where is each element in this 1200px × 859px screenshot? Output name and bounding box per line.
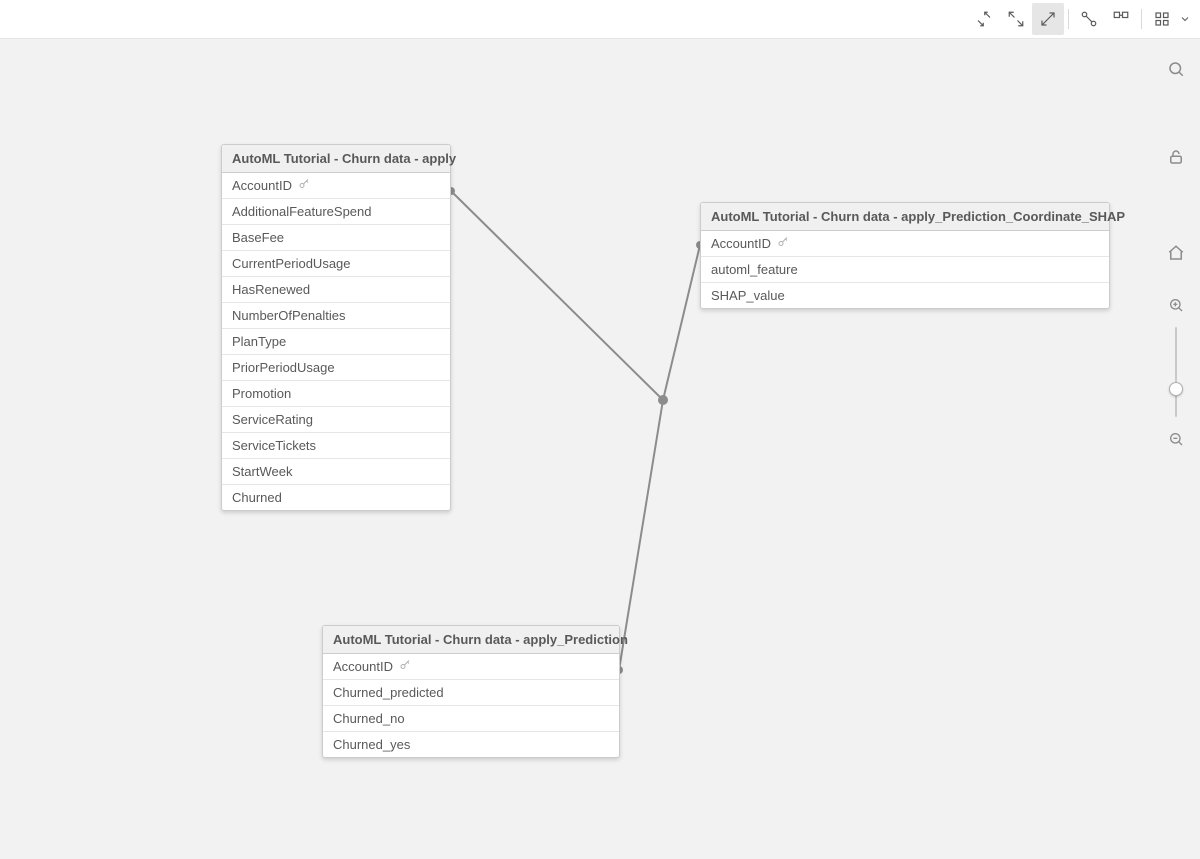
- field-name: Promotion: [232, 386, 291, 401]
- field-name: PlanType: [232, 334, 286, 349]
- field-name: AccountID: [232, 178, 292, 193]
- field-name: CurrentPeriodUsage: [232, 256, 351, 271]
- table-header[interactable]: AutoML Tutorial - Churn data - apply_Pre…: [323, 626, 619, 654]
- field-name: PriorPeriodUsage: [232, 360, 335, 375]
- field-name: StartWeek: [232, 464, 292, 479]
- field-row[interactable]: PlanType: [222, 329, 450, 355]
- zoom-out-icon[interactable]: [1162, 425, 1190, 453]
- field-name: HasRenewed: [232, 282, 310, 297]
- field-name: AccountID: [711, 236, 771, 251]
- unlock-icon[interactable]: [1162, 143, 1190, 171]
- table-prediction[interactable]: AutoML Tutorial - Churn data - apply_Pre…: [322, 625, 620, 758]
- key-icon: [777, 236, 789, 251]
- fit-icon[interactable]: [1000, 3, 1032, 35]
- field-row[interactable]: HasRenewed: [222, 277, 450, 303]
- right-rail: [1152, 39, 1200, 859]
- layout-connected-icon[interactable]: [1073, 3, 1105, 35]
- table-header[interactable]: AutoML Tutorial - Churn data - apply: [222, 145, 450, 173]
- field-row[interactable]: AccountID: [323, 654, 619, 680]
- field-name: automl_feature: [711, 262, 798, 277]
- table-header[interactable]: AutoML Tutorial - Churn data - apply_Pre…: [701, 203, 1109, 231]
- field-row[interactable]: StartWeek: [222, 459, 450, 485]
- field-row[interactable]: AdditionalFeatureSpend: [222, 199, 450, 225]
- key-icon: [298, 178, 310, 193]
- field-name: Churned_yes: [333, 737, 410, 752]
- field-name: AccountID: [333, 659, 393, 674]
- field-name: NumberOfPenalties: [232, 308, 345, 323]
- layout-grid-icon[interactable]: [1105, 3, 1137, 35]
- collapse-icon[interactable]: [968, 3, 1000, 35]
- zoom-knob[interactable]: [1169, 382, 1183, 396]
- table-prediction-coordinate-shap[interactable]: AutoML Tutorial - Churn data - apply_Pre…: [700, 202, 1110, 309]
- app-grid-icon[interactable]: [1146, 3, 1178, 35]
- field-row[interactable]: PriorPeriodUsage: [222, 355, 450, 381]
- expand-icon[interactable]: [1032, 3, 1064, 35]
- field-row[interactable]: Promotion: [222, 381, 450, 407]
- field-row[interactable]: CurrentPeriodUsage: [222, 251, 450, 277]
- field-row[interactable]: Churned_yes: [323, 732, 619, 757]
- search-icon[interactable]: [1162, 55, 1190, 83]
- chevron-down-icon[interactable]: [1178, 3, 1192, 35]
- field-name: ServiceTickets: [232, 438, 316, 453]
- field-name: Churned_predicted: [333, 685, 444, 700]
- home-icon[interactable]: [1162, 239, 1190, 267]
- field-name: SHAP_value: [711, 288, 785, 303]
- field-name: Churned_no: [333, 711, 405, 726]
- field-name: Churned: [232, 490, 282, 505]
- field-name: BaseFee: [232, 230, 284, 245]
- toolbar-separator: [1141, 9, 1142, 29]
- field-row[interactable]: ServiceRating: [222, 407, 450, 433]
- toolbar-separator: [1068, 9, 1069, 29]
- zoom-in-icon[interactable]: [1162, 291, 1190, 319]
- model-canvas[interactable]: AutoML Tutorial - Churn data - apply Acc…: [0, 39, 1200, 859]
- field-row[interactable]: NumberOfPenalties: [222, 303, 450, 329]
- field-row[interactable]: SHAP_value: [701, 283, 1109, 308]
- field-row[interactable]: automl_feature: [701, 257, 1109, 283]
- field-name: ServiceRating: [232, 412, 313, 427]
- field-row[interactable]: ServiceTickets: [222, 433, 450, 459]
- field-row[interactable]: Churned: [222, 485, 450, 510]
- field-row[interactable]: Churned_no: [323, 706, 619, 732]
- field-row[interactable]: AccountID: [222, 173, 450, 199]
- field-row[interactable]: Churned_predicted: [323, 680, 619, 706]
- field-row[interactable]: BaseFee: [222, 225, 450, 251]
- top-toolbar: [0, 0, 1200, 39]
- key-icon: [399, 659, 411, 674]
- zoom-slider[interactable]: [1162, 291, 1190, 453]
- table-churn-data-apply[interactable]: AutoML Tutorial - Churn data - apply Acc…: [221, 144, 451, 511]
- field-name: AdditionalFeatureSpend: [232, 204, 372, 219]
- zoom-track[interactable]: [1175, 327, 1177, 417]
- field-row[interactable]: AccountID: [701, 231, 1109, 257]
